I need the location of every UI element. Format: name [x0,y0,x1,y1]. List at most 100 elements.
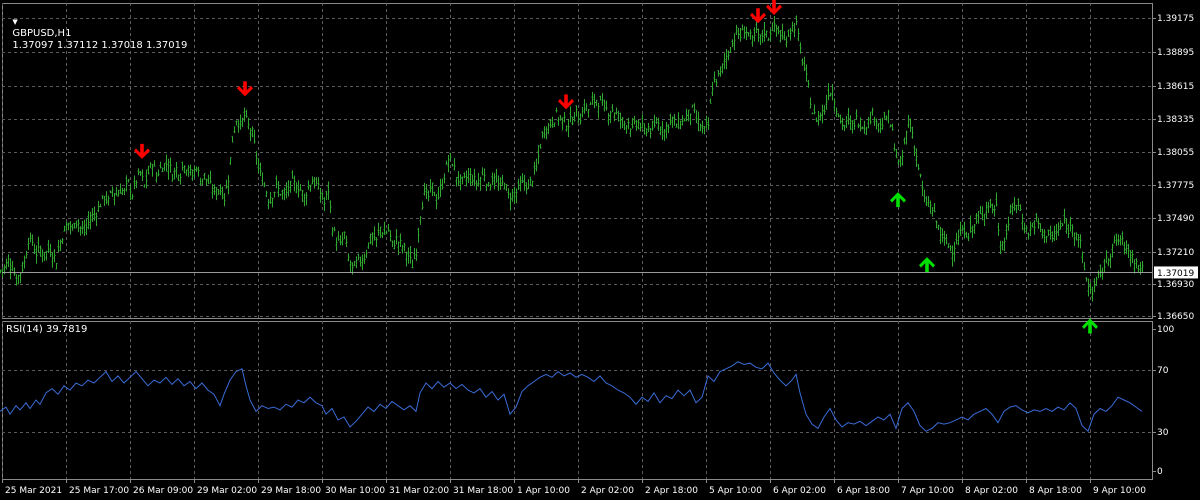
price-bar [985,201,988,220]
price-bar [165,154,168,172]
price-bar [1063,208,1066,224]
price-bar [713,71,716,83]
sell-signal [766,0,782,15]
price-bar [461,176,464,185]
time-tick-label: 2 Apr 02:00 [581,486,634,496]
price-bar [463,172,466,179]
down-arrow-icon [134,143,150,159]
price-bar [189,164,192,176]
price-bar [235,120,238,126]
price-bar [899,155,902,167]
price-bar [809,97,812,109]
down-arrow-icon [237,81,253,97]
price-bar [173,167,176,180]
price-bar [241,117,244,128]
price-bar [651,120,654,131]
price-bar [711,81,714,96]
price-bar [181,161,184,171]
chart-canvas[interactable]: 1.39175 1.38895 1.38615 1.38335 1.38055 1.377… [0,0,1200,500]
price-bar [57,239,60,252]
price-bar [591,91,594,105]
price-bar [1037,217,1040,229]
price-bar [769,29,772,42]
price-bar [539,143,542,149]
price-tick-label: 1.38055 [1157,148,1194,158]
time-tick-label: 25 Mar 17:00 [69,486,129,496]
price-bar [27,237,30,250]
price-bar [731,39,734,48]
price-bar [81,220,84,234]
price-bar [1039,223,1042,233]
price-bar [933,202,936,213]
price-bar [1119,235,1122,246]
price-tick-label: 1.37490 [1157,214,1194,224]
price-bar [721,63,724,74]
buy-signal [1082,318,1098,334]
price-bar [395,229,398,245]
price-bar [437,186,440,200]
time-tick-label: 26 Mar 09:00 [133,486,193,496]
price-bar [973,223,976,234]
price-bar [157,169,160,177]
price-bar [503,182,506,190]
price-bar [499,177,502,190]
price-bar [11,260,14,272]
price-bar [123,187,126,196]
price-bar [267,199,270,210]
price-bar [743,26,746,39]
price-bar [1089,282,1092,295]
price-bar [991,203,994,214]
price-bar [623,120,626,131]
price-bar [645,128,648,137]
price-bar [185,169,188,176]
price-bar [957,229,960,246]
price-bar [845,115,848,129]
price-bar [693,103,696,114]
rsi-panel-frame [2,321,1153,480]
price-bar [49,243,52,257]
price-bar [279,193,282,196]
price-bar [125,175,128,192]
price-bar [789,27,792,41]
price-bar [223,193,226,207]
time-tick-label: 8 Apr 18:00 [1029,486,1082,496]
price-bar [681,115,684,126]
price-bar [155,171,158,183]
price-bar [579,113,582,125]
price-bar [61,237,64,245]
price-bar [477,172,480,187]
buy-signal [890,192,906,208]
price-bar [35,245,38,264]
price-bar [383,221,386,235]
price-bar [1031,222,1034,228]
price-bar [179,173,182,185]
price-bar [385,230,388,235]
time-tick-label: 29 Mar 02:00 [197,486,257,496]
price-bar [415,248,418,262]
price-bar [321,192,324,201]
price-bar [883,111,886,119]
price-bar [877,123,880,133]
price-bar [29,232,32,243]
current-price-label: 1.37019 [1157,269,1194,279]
price-bar [583,99,586,114]
price-bar [143,184,146,188]
rsi-line [0,361,1143,433]
price-bar [187,165,190,177]
price-bar [1091,286,1094,302]
price-bar [897,159,900,166]
price-bar [611,104,614,113]
price-bar [511,188,514,202]
price-bar [707,117,710,131]
price-bar [83,219,86,237]
up-arrow-icon [1082,318,1098,334]
price-bar [1015,204,1018,214]
price-bar [343,231,346,240]
price-bar [277,180,280,198]
price-bar [527,179,530,190]
price-bar [647,122,650,132]
price-bar [273,191,276,198]
time-tick-label: 9 Apr 10:00 [1093,486,1146,496]
price-bar [1109,253,1112,269]
price-bar [357,253,360,261]
